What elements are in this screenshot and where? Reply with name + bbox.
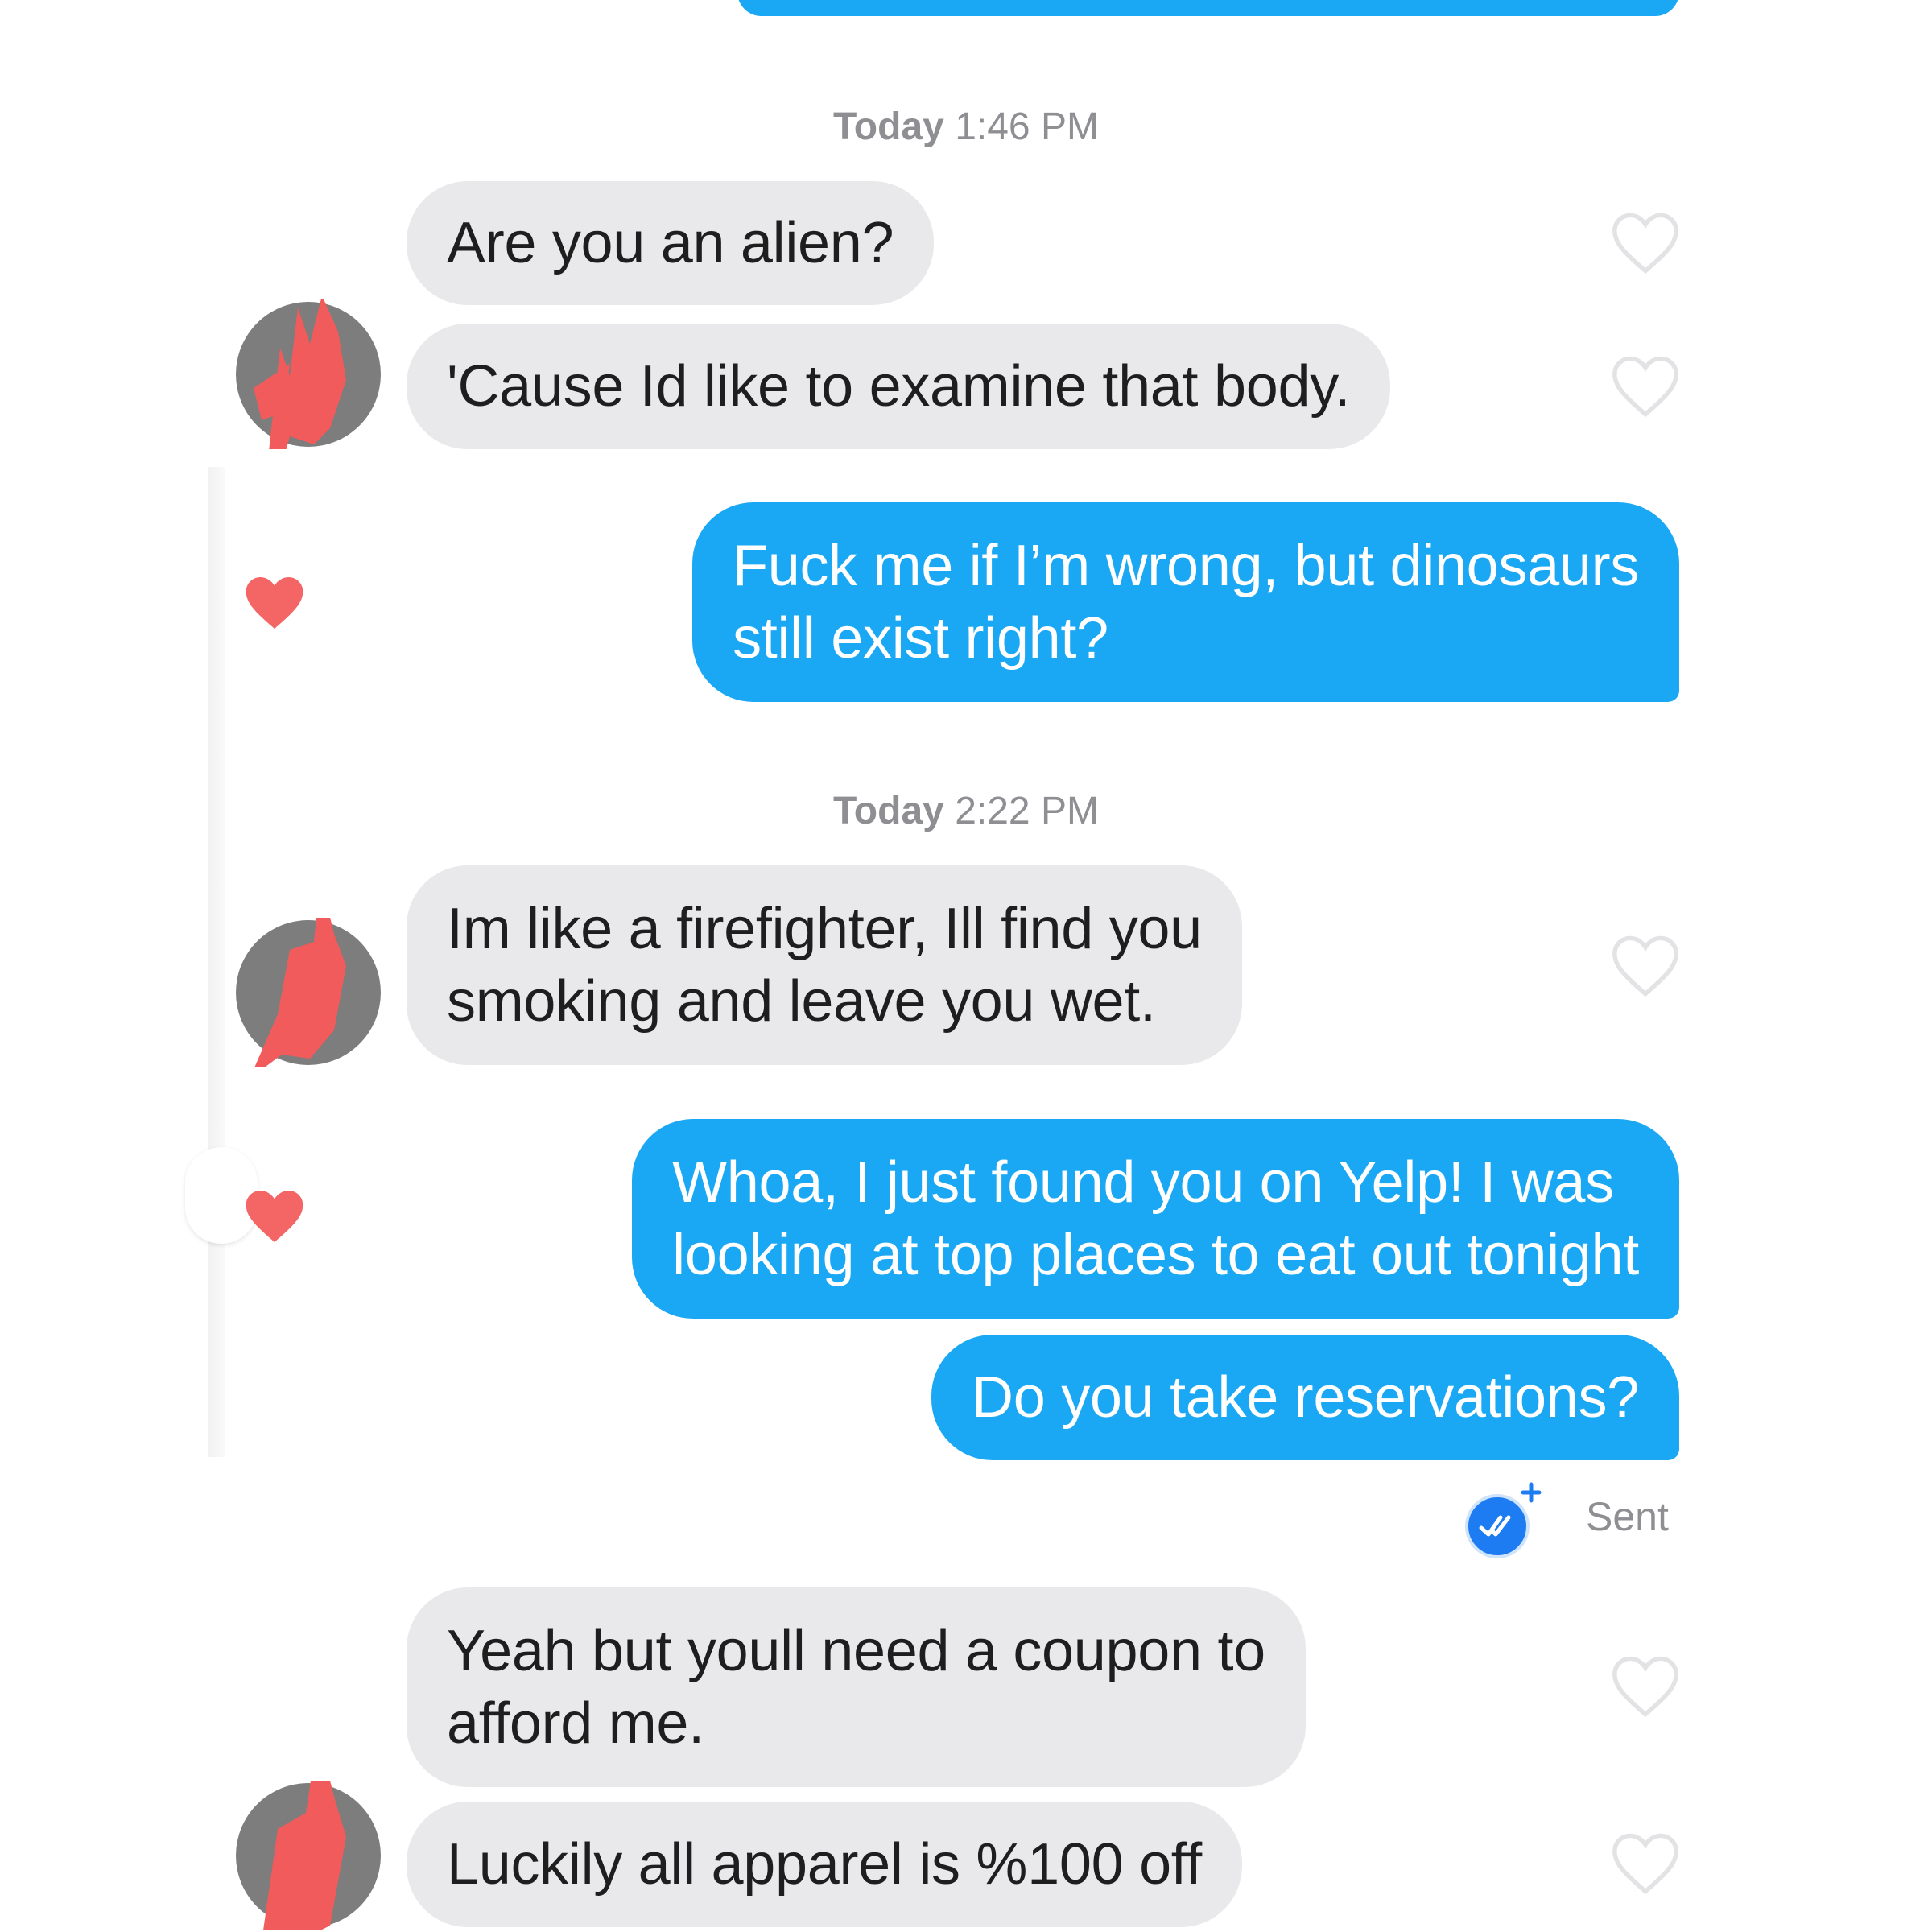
- incoming-message[interactable]: Luckily all apparel is %100 off: [407, 1802, 1242, 1927]
- heart-outline-icon[interactable]: [1610, 354, 1681, 419]
- heart-outline-icon[interactable]: [1610, 1831, 1681, 1896]
- timestamp-day: Today: [833, 790, 944, 832]
- timestamp-day: Today: [833, 105, 944, 148]
- incoming-message[interactable]: 'Cause Id like to examine that body.: [407, 324, 1391, 449]
- outgoing-message[interactable]: Fuck me if I’m wrong, but dinosaurs stil…: [692, 502, 1679, 702]
- timestamp-time: 1:46 PM: [955, 105, 1099, 148]
- redacted-avatar[interactable]: [233, 299, 383, 449]
- heart-outline-icon[interactable]: [1610, 934, 1681, 998]
- redacted-avatar[interactable]: [233, 918, 383, 1067]
- heart-outline-icon[interactable]: [1610, 211, 1681, 275]
- sent-status: Sent: [1586, 1494, 1669, 1539]
- heart-filled-icon: [246, 577, 303, 629]
- incoming-message[interactable]: Are you an alien?: [407, 181, 935, 305]
- timestamp-divider: Today 1:46 PM: [0, 105, 1932, 149]
- timestamp-time: 2:22 PM: [955, 790, 1099, 832]
- incoming-message[interactable]: Im like a firefighter, Ill find you smok…: [407, 865, 1242, 1065]
- timestamp-divider: Today 2:22 PM: [0, 789, 1932, 833]
- conversation-edge: [208, 467, 225, 1457]
- redacted-avatar[interactable]: [233, 1781, 383, 1930]
- outgoing-message[interactable]: Whoa, I just found you on Yelp! I was lo…: [632, 1119, 1679, 1319]
- outgoing-message[interactable]: Do you take reservations?: [931, 1335, 1679, 1460]
- incoming-message[interactable]: Yeah but youll need a coupon to afford m…: [407, 1587, 1306, 1787]
- heart-filled-icon: [246, 1191, 303, 1242]
- heart-outline-icon[interactable]: [1610, 1654, 1681, 1719]
- previous-outgoing-bubble: [737, 0, 1679, 16]
- read-receipt-icon: [1465, 1482, 1542, 1558]
